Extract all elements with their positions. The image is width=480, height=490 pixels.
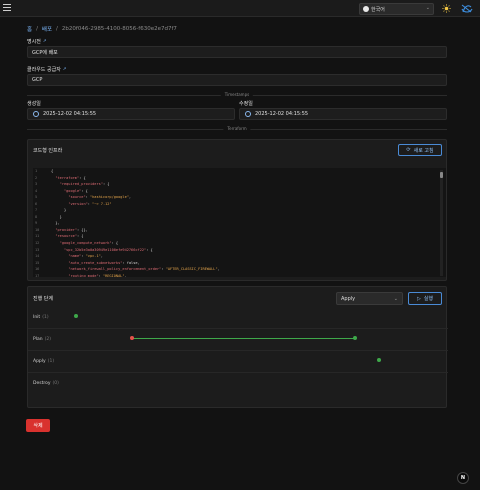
terraform-divider-label: Terraform [223, 126, 251, 131]
external-link-icon[interactable]: ↗ [43, 39, 47, 44]
help-badge[interactable]: N [457, 472, 469, 484]
stage-status-dot[interactable] [74, 314, 78, 318]
updated-label-text: 수정일 [239, 101, 253, 107]
refresh-label: 새로 고침 [413, 147, 434, 154]
name-label-text: 명시전 [27, 39, 41, 45]
clock-icon [245, 111, 251, 117]
stage-row-destroy: Destroy (0) [28, 373, 448, 395]
created-label: 생성일 [27, 100, 41, 107]
provider-field[interactable]: GCP [27, 74, 447, 86]
provider-value: GCP [32, 77, 43, 83]
breadcrumb: 홈 / 배포 / 2b20f046-2985-4100-8056-f630e2e… [27, 25, 177, 33]
timestamps-divider: Timestamps [27, 92, 447, 98]
updated-label: 수정일 [239, 100, 253, 107]
language-select[interactable]: 한국어 ⌄ [359, 3, 434, 15]
stage-name: Apply (1) [33, 359, 55, 364]
editor-scrollbar[interactable] [440, 170, 443, 276]
top-bar: 한국어 ⌄ [0, 0, 480, 17]
refresh-icon: ⟳ [406, 147, 411, 153]
name-field[interactable]: GCP에 배포 [27, 46, 447, 58]
timestamps-divider-label: Timestamps [220, 92, 254, 97]
stage-name: Init (1) [33, 315, 49, 320]
stage-select[interactable]: Apply ⌄ [336, 292, 403, 305]
code-editor[interactable]: 1{2 "terraform": {3 "required_providers"… [33, 168, 446, 277]
breadcrumb-separator: / [36, 26, 38, 32]
chevron-down-icon: ⌄ [425, 5, 430, 11]
refresh-button[interactable]: ⟳ 새로 고침 [398, 144, 442, 156]
language-label: 한국어 [371, 6, 385, 13]
delete-label: 삭제 [33, 423, 43, 429]
menu-icon[interactable] [3, 4, 11, 11]
run-label: 실행 [423, 296, 434, 302]
breadcrumb-current: 2b20f046-2985-4100-8056-f630e2e7d7f7 [61, 26, 177, 32]
stage-status-dot[interactable] [377, 358, 381, 362]
stage-row-plan: Plan (2) [28, 329, 448, 351]
iac-editor-panel: 코드형 인프라 ⟳ 새로 고침 1{2 "terraform": {3 "req… [27, 139, 447, 281]
breadcrumb-deployments[interactable]: 배포 [42, 25, 52, 33]
stage-status-dot[interactable] [130, 336, 134, 340]
stage-name: Destroy (0) [33, 381, 59, 386]
stages-title: 진행 단계 [33, 296, 53, 302]
stage-select-value: Apply [341, 295, 356, 302]
code-text: "routing_mode": "REGIONAL", [68, 273, 127, 277]
clock-icon [33, 111, 39, 117]
stage-status-dot[interactable] [353, 336, 357, 340]
breadcrumb-home[interactable]: 홈 [27, 25, 32, 33]
created-label-text: 생성일 [27, 101, 41, 107]
updated-field[interactable]: 2025-12-02 04:15:55 [239, 108, 447, 120]
stage-row-init: Init (1) [28, 307, 448, 329]
chevron-down-icon: ⌄ [393, 296, 398, 302]
sun-icon[interactable] [442, 4, 451, 13]
external-link-icon[interactable]: ↗ [63, 67, 67, 72]
provider-label-text: 클라우드 공급자 [27, 67, 61, 73]
created-value: 2025-12-02 04:15:55 [43, 111, 97, 117]
code-line: 17 "routing_mode": "REGIONAL", [33, 273, 446, 277]
stages-panel: 진행 단계 Apply ⌄ ▷ 실행 Init (1) Plan (2) Apply… [27, 286, 448, 408]
stage-name: Plan (2) [33, 337, 51, 342]
run-button[interactable]: ▷ 실행 [408, 292, 442, 305]
name-label: 명시전 ↗ [27, 38, 47, 45]
breadcrumb-separator: / [56, 26, 58, 32]
app-logo-icon[interactable] [461, 3, 473, 14]
help-label: N [460, 475, 466, 481]
delete-button[interactable]: 삭제 [26, 419, 50, 432]
stage-duration-bar [133, 338, 354, 339]
editor-title: 코드형 인프라 [33, 148, 63, 154]
name-value: GCP에 배포 [32, 49, 58, 56]
play-icon: ▷ [416, 295, 421, 302]
terraform-divider: Terraform [27, 126, 447, 132]
provider-label: 클라우드 공급자 ↗ [27, 66, 67, 73]
globe-icon [363, 6, 369, 12]
line-number: 17 [35, 273, 40, 277]
created-field[interactable]: 2025-12-02 04:15:55 [27, 108, 235, 120]
updated-value: 2025-12-02 04:15:55 [255, 111, 309, 117]
stage-row-apply: Apply (1) [28, 351, 448, 373]
